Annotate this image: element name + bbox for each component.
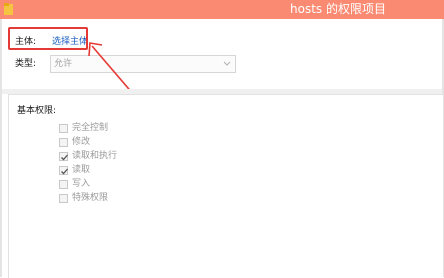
checkbox[interactable]: [59, 152, 68, 161]
highlight-box: [8, 27, 88, 50]
permission-label: 读取和执行: [72, 151, 118, 161]
title-bar: hosts 的权限项目: [0, 0, 444, 19]
folder-icon: [4, 3, 13, 15]
type-select[interactable]: 允许: [50, 55, 236, 73]
checkmark-icon: [61, 168, 68, 175]
type-label: 类型:: [15, 59, 37, 69]
permission-label: 读取: [72, 165, 91, 175]
permission-item-modify[interactable]: 修改: [59, 137, 199, 149]
checkbox[interactable]: [59, 138, 68, 147]
basic-permissions-label: 基本权限:: [17, 106, 57, 116]
checkmark-icon: [61, 154, 68, 161]
checkbox[interactable]: [59, 124, 68, 133]
chevron-down-icon[interactable]: [223, 59, 231, 69]
permission-item-read-execute[interactable]: 读取和执行: [59, 151, 199, 163]
permission-label: 修改: [72, 137, 91, 147]
permission-item-special[interactable]: 特殊权限: [59, 193, 199, 205]
permission-label: 完全控制: [72, 123, 109, 133]
type-select-value: 允许: [54, 59, 73, 69]
checkbox[interactable]: [59, 194, 68, 203]
checkbox[interactable]: [59, 180, 68, 189]
checkbox[interactable]: [59, 166, 68, 175]
permission-item-write[interactable]: 写入: [59, 179, 199, 191]
window-title: hosts 的权限项目: [290, 2, 386, 16]
permission-label: 特殊权限: [72, 193, 109, 203]
permission-item-full-control[interactable]: 完全控制: [59, 123, 199, 135]
permission-label: 写入: [72, 179, 91, 189]
permission-item-read[interactable]: 读取: [59, 165, 199, 177]
